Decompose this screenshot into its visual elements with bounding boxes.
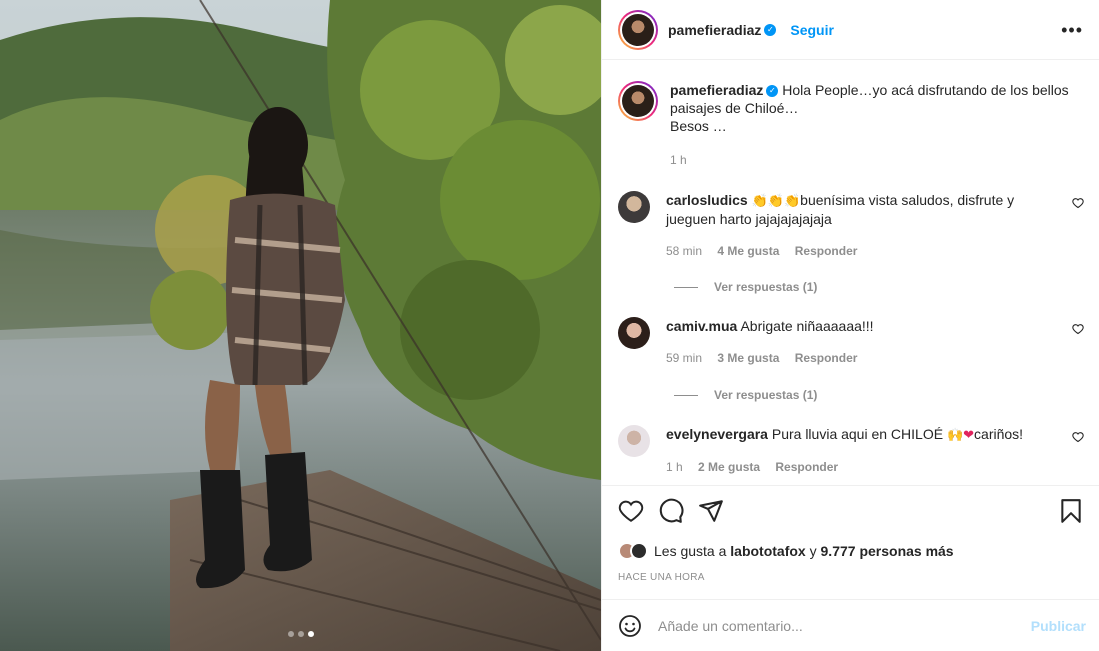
commenter-username[interactable]: camiv.mua <box>666 318 737 334</box>
carousel-dot[interactable] <box>287 631 294 637</box>
verified-icon: ✓ <box>766 85 779 98</box>
view-replies-button[interactable]: Ver respuestas (1) <box>674 280 817 294</box>
comment-time[interactable]: 1 h <box>666 460 683 474</box>
post-timestamp[interactable]: HACE UNA HORA <box>618 572 705 583</box>
reply-button[interactable]: Responder <box>775 460 838 474</box>
comment-like-heart-icon[interactable] <box>1072 431 1084 443</box>
share-icon[interactable] <box>698 498 724 524</box>
carousel-dot[interactable] <box>297 631 304 637</box>
likes-count[interactable]: 9.777 personas más <box>821 543 954 559</box>
post-photo[interactable] <box>0 0 601 651</box>
commenter-username[interactable]: carlosludics <box>666 192 748 208</box>
carousel-dot-active[interactable] <box>307 631 314 637</box>
photo-scene <box>0 0 601 651</box>
likes-summary: Les gusta a labototafox y 9.777 personas… <box>618 542 954 560</box>
commenter-avatar[interactable] <box>618 191 650 223</box>
bookmark-icon[interactable] <box>1058 498 1084 524</box>
follow-button[interactable]: Seguir <box>790 22 834 38</box>
reply-button[interactable]: Responder <box>795 244 858 258</box>
comment-icon[interactable] <box>658 498 684 524</box>
publish-button[interactable]: Publicar <box>1031 618 1086 634</box>
post-actions: Les gusta a labototafox y 9.777 personas… <box>602 485 1099 599</box>
clap-emoji: 👏👏👏 <box>751 193 801 208</box>
heart-icon[interactable] <box>618 498 644 524</box>
caption-text-line2: Besos … <box>670 118 727 134</box>
likes-middle: y <box>809 543 817 559</box>
comment-item: evelynevergara Pura lluvia aqui en CHILO… <box>618 425 1084 476</box>
caption-avatar[interactable] <box>618 81 658 121</box>
comment-likes[interactable]: 3 Me gusta <box>717 351 779 365</box>
post-header: pamefieradiaz ✓ Seguir ••• <box>602 0 1099 60</box>
comment-text: Pura lluvia aqui en CHILOÉ <box>771 426 944 442</box>
author-username[interactable]: pamefieradiaz <box>668 22 761 38</box>
liker-username[interactable]: labototafox <box>730 543 805 559</box>
liker-avatar[interactable] <box>630 542 648 560</box>
emoji-icon[interactable] <box>618 614 642 638</box>
author-avatar[interactable] <box>618 9 658 50</box>
commenter-avatar[interactable] <box>618 317 650 349</box>
comment-time[interactable]: 58 min <box>666 244 702 258</box>
comment-text: Abrigate niñaaaaaa!!! <box>740 318 874 334</box>
comment-like-heart-icon[interactable] <box>1072 197 1084 209</box>
view-replies-button[interactable]: Ver respuestas (1) <box>674 388 817 402</box>
comment-item: camiv.mua Abrigate niñaaaaaa!!! 59 min 3… <box>618 317 1084 367</box>
carousel-indicator <box>0 631 601 637</box>
comment-like-heart-icon[interactable] <box>1072 323 1084 335</box>
more-icon[interactable]: ••• <box>1061 20 1083 41</box>
comment-likes[interactable]: 4 Me gusta <box>717 244 779 258</box>
reply-button[interactable]: Responder <box>795 351 858 365</box>
caption-time[interactable]: 1 h <box>670 153 687 167</box>
likes-prefix: Les gusta a <box>654 543 727 559</box>
caption-username[interactable]: pamefieradiaz <box>670 82 763 98</box>
post-sidebar: pamefieradiaz ✓ Seguir ••• pamefieradiaz… <box>601 0 1099 651</box>
post-caption: pamefieradiaz ✓ Hola People…yo acá disfru… <box>618 81 1078 169</box>
view-replies-label: Ver respuestas (1) <box>714 388 818 402</box>
action-icons <box>618 498 1084 526</box>
comment-time[interactable]: 59 min <box>666 351 702 365</box>
comment-item: carlosludics 👏👏👏buenísima vista saludos,… <box>618 191 1084 260</box>
red-heart-emoji: ❤ <box>963 427 975 442</box>
post-modal: pamefieradiaz ✓ Seguir ••• pamefieradiaz… <box>0 0 1099 651</box>
comment-likes[interactable]: 2 Me gusta <box>698 460 760 474</box>
comment-input[interactable] <box>658 617 998 634</box>
raised-hands-emoji: 🙌 <box>946 427 964 442</box>
commenter-username[interactable]: evelynevergara <box>666 426 768 442</box>
commenter-avatar[interactable] <box>618 425 650 457</box>
verified-icon: ✓ <box>764 23 777 36</box>
comment-text-end: cariños! <box>974 426 1024 442</box>
view-replies-label: Ver respuestas (1) <box>714 280 818 294</box>
comments-list[interactable]: pamefieradiaz ✓ Hola People…yo acá disfru… <box>602 61 1099 485</box>
comment-composer: Publicar <box>602 599 1099 651</box>
